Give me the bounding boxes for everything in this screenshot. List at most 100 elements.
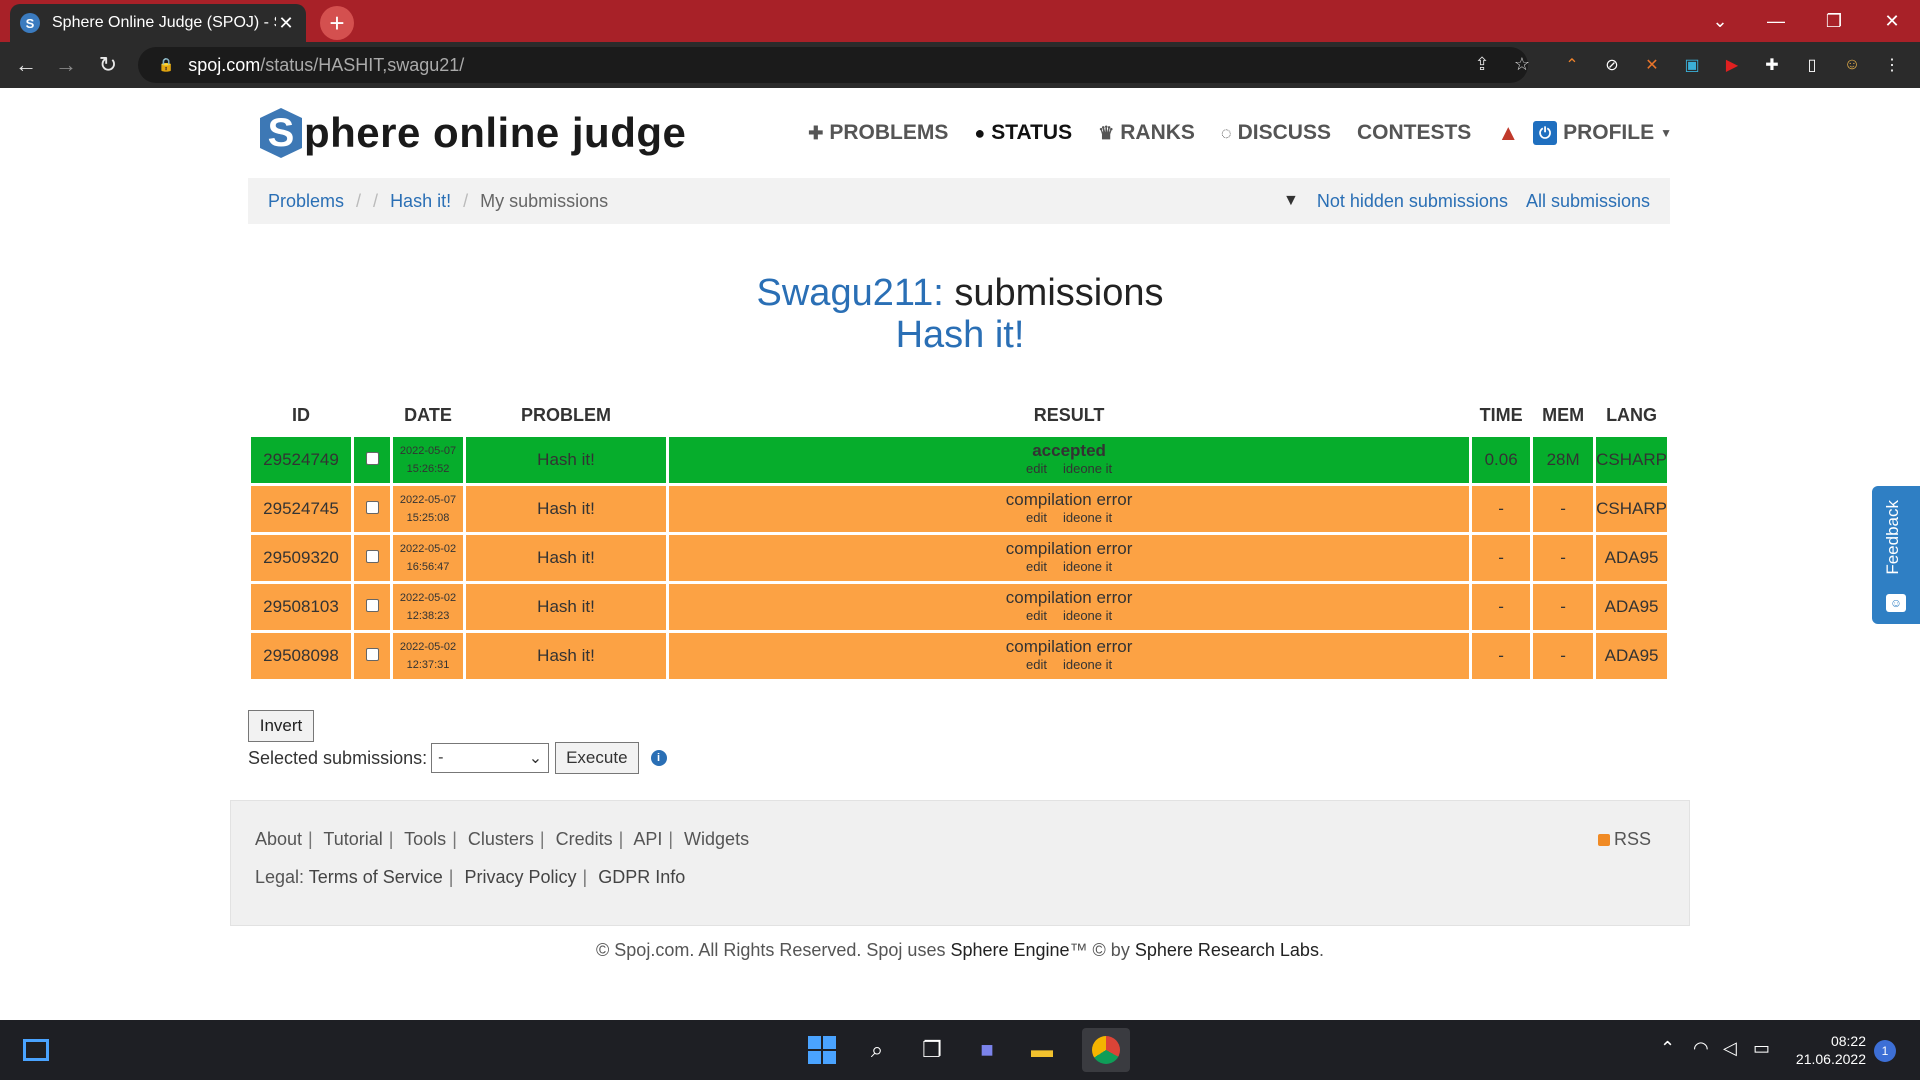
extension-block-icon[interactable]: ⊘ bbox=[1599, 52, 1625, 78]
result-status[interactable]: compilation error bbox=[669, 638, 1469, 656]
ideone-link[interactable]: ideone it bbox=[1063, 510, 1112, 525]
edit-link[interactable]: edit bbox=[1026, 461, 1047, 476]
address-bar[interactable]: 🔒 spoj.com/status/HASHIT,swagu21/ bbox=[138, 47, 1528, 83]
all-submissions-link[interactable]: All submissions bbox=[1526, 191, 1650, 212]
ideone-link[interactable]: ideone it bbox=[1063, 608, 1112, 623]
nav-status[interactable]: ● STATUS bbox=[974, 121, 1072, 145]
site-logo[interactable]: S phere online judge bbox=[260, 108, 686, 158]
extension-cross-icon[interactable]: ✕ bbox=[1639, 52, 1665, 78]
extension-chevron-icon[interactable]: ⌃ bbox=[1559, 52, 1585, 78]
close-tab-icon[interactable]: ✕ bbox=[276, 13, 296, 34]
ideone-link[interactable]: ideone it bbox=[1063, 461, 1112, 476]
browser-menu-icon[interactable]: ⋮ bbox=[1879, 52, 1905, 78]
bookmark-star-icon[interactable]: ☆ bbox=[1508, 50, 1536, 78]
result-status[interactable]: compilation error bbox=[669, 491, 1469, 509]
extensions-puzzle-icon[interactable]: ✚ bbox=[1759, 52, 1785, 78]
ideone-link[interactable]: ideone it bbox=[1063, 657, 1112, 672]
sphere-engine-link[interactable]: Sphere Engine bbox=[950, 940, 1069, 960]
gdpr-link[interactable]: GDPR Info bbox=[598, 867, 685, 887]
widgets-icon[interactable] bbox=[20, 1034, 52, 1066]
breadcrumb-problem[interactable]: Hash it! bbox=[390, 191, 451, 212]
submission-filter: ▼ Not hidden submissions All submissions bbox=[1283, 191, 1650, 212]
share-icon[interactable]: ⇪ bbox=[1468, 50, 1496, 78]
teams-chat-icon[interactable]: ■ bbox=[971, 1034, 1003, 1066]
execute-button[interactable]: Execute bbox=[555, 742, 639, 774]
not-hidden-submissions-link[interactable]: Not hidden submissions bbox=[1317, 191, 1508, 212]
task-view-icon[interactable]: ❐ bbox=[916, 1034, 948, 1066]
info-icon[interactable]: i bbox=[650, 750, 667, 766]
row-checkbox[interactable] bbox=[354, 437, 390, 483]
edit-link[interactable]: edit bbox=[1026, 559, 1047, 574]
ideone-link[interactable]: ideone it bbox=[1063, 559, 1112, 574]
wifi-icon[interactable]: ◠ bbox=[1693, 1038, 1709, 1059]
footer-link-about[interactable]: About bbox=[255, 829, 302, 849]
rss-label: RSS bbox=[1613, 829, 1651, 849]
forward-icon[interactable]: → bbox=[50, 49, 82, 81]
invert-button[interactable]: Invert bbox=[248, 710, 314, 742]
result-status[interactable]: compilation error bbox=[669, 540, 1469, 558]
footer-link-api[interactable]: API bbox=[633, 829, 662, 849]
edit-link[interactable]: edit bbox=[1026, 657, 1047, 672]
problem-link[interactable]: Hash it! bbox=[466, 486, 666, 532]
result-status[interactable]: compilation error bbox=[669, 589, 1469, 607]
sphere-labs-link[interactable]: Sphere Research Labs bbox=[1135, 940, 1319, 960]
system-clock[interactable]: 08:22 21.06.2022 bbox=[1790, 1032, 1866, 1068]
nav-discuss[interactable]: ◌ DISCUSS bbox=[1221, 121, 1331, 145]
title-user-link[interactable]: Swagu211: bbox=[757, 272, 944, 314]
rss-icon bbox=[1597, 833, 1610, 846]
nav-problems[interactable]: ✚ PROBLEMS bbox=[808, 121, 948, 145]
problem-link[interactable]: Hash it! bbox=[466, 633, 666, 679]
warning-icon[interactable]: ▲ bbox=[1497, 120, 1519, 146]
minimize-button[interactable]: — bbox=[1748, 0, 1804, 42]
problem-link[interactable]: Hash it! bbox=[466, 584, 666, 630]
extension-image-icon[interactable]: ▣ bbox=[1679, 52, 1705, 78]
nav-contests[interactable]: CONTESTS bbox=[1357, 121, 1471, 145]
side-panel-icon[interactable]: ▯ bbox=[1799, 52, 1825, 78]
terms-link[interactable]: Terms of Service bbox=[309, 867, 443, 887]
result-cell: compilation error edit ideone it bbox=[669, 486, 1470, 532]
row-checkbox[interactable] bbox=[354, 535, 390, 581]
main-nav: ✚ PROBLEMS ● STATUS ♛ RANKS ◌ DISCUSS CONTES… bbox=[782, 120, 1672, 146]
edit-link[interactable]: edit bbox=[1026, 510, 1047, 525]
battery-icon[interactable]: ▭ bbox=[1753, 1038, 1770, 1059]
profile-avatar-icon[interactable]: ☺ bbox=[1839, 52, 1865, 78]
file-explorer-icon[interactable]: ▬ bbox=[1026, 1034, 1058, 1066]
problem-link[interactable]: Hash it! bbox=[466, 535, 666, 581]
restore-button[interactable]: ❐ bbox=[1806, 0, 1862, 42]
new-tab-button[interactable]: + bbox=[320, 6, 354, 40]
row-checkbox[interactable] bbox=[354, 584, 390, 630]
search-icon[interactable]: ⌕ bbox=[861, 1034, 893, 1066]
footer-link-tools[interactable]: Tools bbox=[404, 829, 446, 849]
footer-link-widgets[interactable]: Widgets bbox=[684, 829, 749, 849]
extension-video-icon[interactable]: ▶ bbox=[1719, 52, 1745, 78]
nav-ranks[interactable]: ♛ RANKS bbox=[1098, 121, 1195, 145]
start-icon[interactable] bbox=[806, 1034, 838, 1066]
footer-link-tutorial[interactable]: Tutorial bbox=[323, 829, 382, 849]
problem-link[interactable]: Hash it! bbox=[466, 437, 666, 483]
page-title: Swagu211: submissions Hash it! bbox=[230, 272, 1690, 356]
bulk-action-select[interactable]: - ⌄ bbox=[431, 743, 550, 773]
title-problem-link[interactable]: Hash it! bbox=[230, 314, 1690, 356]
copyright: © Spoj.com. All Rights Reserved. Spoj us… bbox=[230, 940, 1690, 961]
nav-profile[interactable]: ⏻ PROFILE ▼ bbox=[1533, 121, 1672, 145]
footer: About | Tutorial | Tools | Clusters | Credit… bbox=[230, 800, 1690, 926]
reload-icon[interactable]: ↻ bbox=[92, 49, 124, 81]
browser-tab[interactable]: S Sphere Online Judge (SPOJ) - Sta ✕ bbox=[10, 4, 306, 42]
feedback-tab[interactable]: Feedback ☺ bbox=[1872, 486, 1920, 624]
spoj-favicon-icon: S bbox=[20, 13, 40, 33]
chrome-taskbar-icon[interactable] bbox=[1082, 1028, 1130, 1072]
show-hidden-icons[interactable]: ⌃ bbox=[1660, 1038, 1675, 1059]
tab-search-icon[interactable]: ⌄ bbox=[1692, 0, 1748, 42]
edit-link[interactable]: edit bbox=[1026, 608, 1047, 623]
back-icon[interactable]: ← bbox=[10, 49, 42, 81]
breadcrumb-problems[interactable]: Problems bbox=[268, 191, 344, 212]
footer-link-clusters[interactable]: Clusters bbox=[468, 829, 534, 849]
notification-badge[interactable]: 1 bbox=[1874, 1040, 1896, 1062]
row-checkbox[interactable] bbox=[354, 486, 390, 532]
row-checkbox[interactable] bbox=[354, 633, 390, 679]
rss-link[interactable]: RSS bbox=[1597, 829, 1651, 850]
volume-icon[interactable]: ◁ bbox=[1723, 1038, 1737, 1059]
privacy-link[interactable]: Privacy Policy bbox=[464, 867, 576, 887]
close-window-button[interactable]: ✕ bbox=[1864, 0, 1920, 42]
footer-link-credits[interactable]: Credits bbox=[556, 829, 613, 849]
